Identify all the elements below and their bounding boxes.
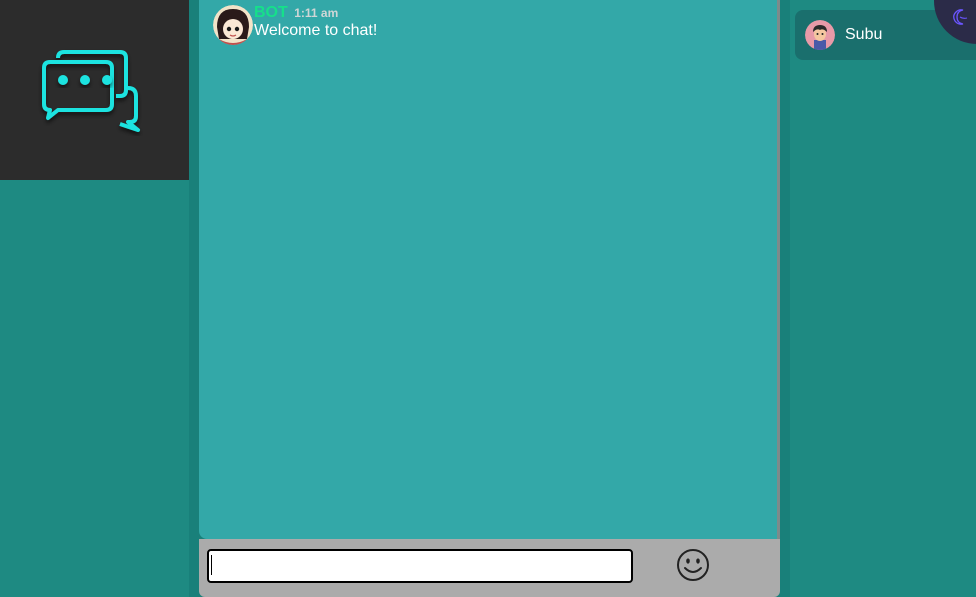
moon-icon xyxy=(953,9,968,25)
logo-panel xyxy=(0,0,189,180)
message-text: Welcome to chat! xyxy=(254,22,378,39)
user-name: Subu xyxy=(845,26,883,43)
message-username: BOT xyxy=(254,4,288,21)
smiley-emoji-icon xyxy=(677,549,709,581)
message-timestamp: 1:11 am xyxy=(294,6,339,20)
emoji-button[interactable] xyxy=(676,548,710,582)
chat-scrollbar[interactable] xyxy=(777,0,780,539)
chat-message: BOT 1:11 am Welcome to chat! xyxy=(213,5,377,45)
chat-app: BOT 1:11 am Welcome to chat! Subu xyxy=(0,0,976,597)
left-column xyxy=(0,180,189,597)
input-bar xyxy=(199,539,780,597)
message-input[interactable] xyxy=(207,549,633,583)
text-caret xyxy=(211,555,212,575)
chat-bubbles-icon xyxy=(42,50,140,132)
chat-messages-area[interactable] xyxy=(199,0,777,539)
bot-avatar-icon xyxy=(213,5,253,45)
users-panel xyxy=(790,0,976,597)
user-avatar-icon xyxy=(805,20,835,50)
